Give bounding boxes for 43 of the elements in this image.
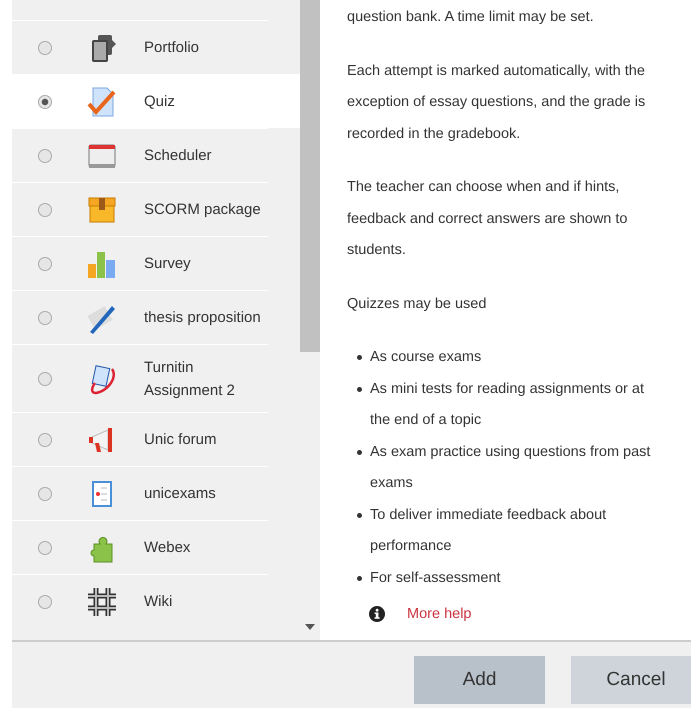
- radio-button[interactable]: [38, 256, 52, 270]
- radio-button[interactable]: [38, 310, 52, 324]
- radio-button[interactable]: [38, 40, 52, 54]
- bullet-text: As exam practice using questions from past exams: [370, 442, 652, 493]
- info-icon: [369, 606, 385, 622]
- bullet-text: As mini tests for reading assignments or at the end of a topic: [370, 380, 646, 430]
- add-button[interactable]: Add: [414, 656, 545, 704]
- radio-button[interactable]: [38, 594, 52, 608]
- activity-option[interactable]: Wiki: [12, 574, 268, 628]
- bullet-icon: [357, 576, 362, 580]
- bullet-text: For self-assessment: [370, 568, 502, 588]
- activity-option[interactable]: SCORM package: [12, 182, 268, 236]
- scrollbar[interactable]: [300, 0, 320, 640]
- more-help-link[interactable]: More help: [407, 606, 472, 622]
- activity-option[interactable]: Quiz: [12, 74, 300, 128]
- help-paragraph: The teacher can choose when and if hints, feedback and correct answers are shown to students.: [347, 178, 628, 260]
- help-paragraph: Each attempt is marked automatically, with the exception of essay questions, and the grade is recorded in the gradebook.: [347, 62, 646, 144]
- scroll-down-icon[interactable]: [305, 624, 315, 630]
- help-paragraph: Quizzes may be used: [347, 294, 488, 314]
- bullet-icon: [357, 386, 362, 392]
- radio-button[interactable]: [38, 94, 52, 108]
- radio-button[interactable]: [38, 486, 52, 500]
- activity-option[interactable]: thesis proposition: [12, 290, 268, 344]
- bullet-text: To deliver immediate feedback about performance: [370, 506, 608, 556]
- radio-button[interactable]: [38, 540, 52, 554]
- checkmark-document-icon: [86, 86, 118, 118]
- activity-option[interactable]: Webex: [12, 520, 268, 574]
- activity-option[interactable]: unicexams: [12, 466, 268, 520]
- activity-option[interactable]: Turnitin Assignment 2: [12, 344, 268, 412]
- radio-button[interactable]: [38, 372, 52, 386]
- radio-button[interactable]: [38, 432, 52, 446]
- bullet-icon: [357, 512, 362, 518]
- grid-icon: [86, 586, 118, 618]
- cancel-button[interactable]: Cancel: [571, 656, 691, 704]
- activity-option[interactable]: Unic forum: [12, 412, 268, 466]
- radio-button[interactable]: [38, 202, 52, 216]
- help-paragraph: question bank. A time limit may be set.: [347, 8, 595, 27]
- bullet-text: As course exams: [370, 348, 482, 367]
- activity-option[interactable]: Survey: [12, 236, 268, 290]
- radio-button[interactable]: [38, 148, 52, 162]
- activity-option[interactable]: Scheduler: [12, 128, 268, 182]
- bullet-icon: [357, 355, 362, 360]
- bullet-icon: [357, 450, 362, 454]
